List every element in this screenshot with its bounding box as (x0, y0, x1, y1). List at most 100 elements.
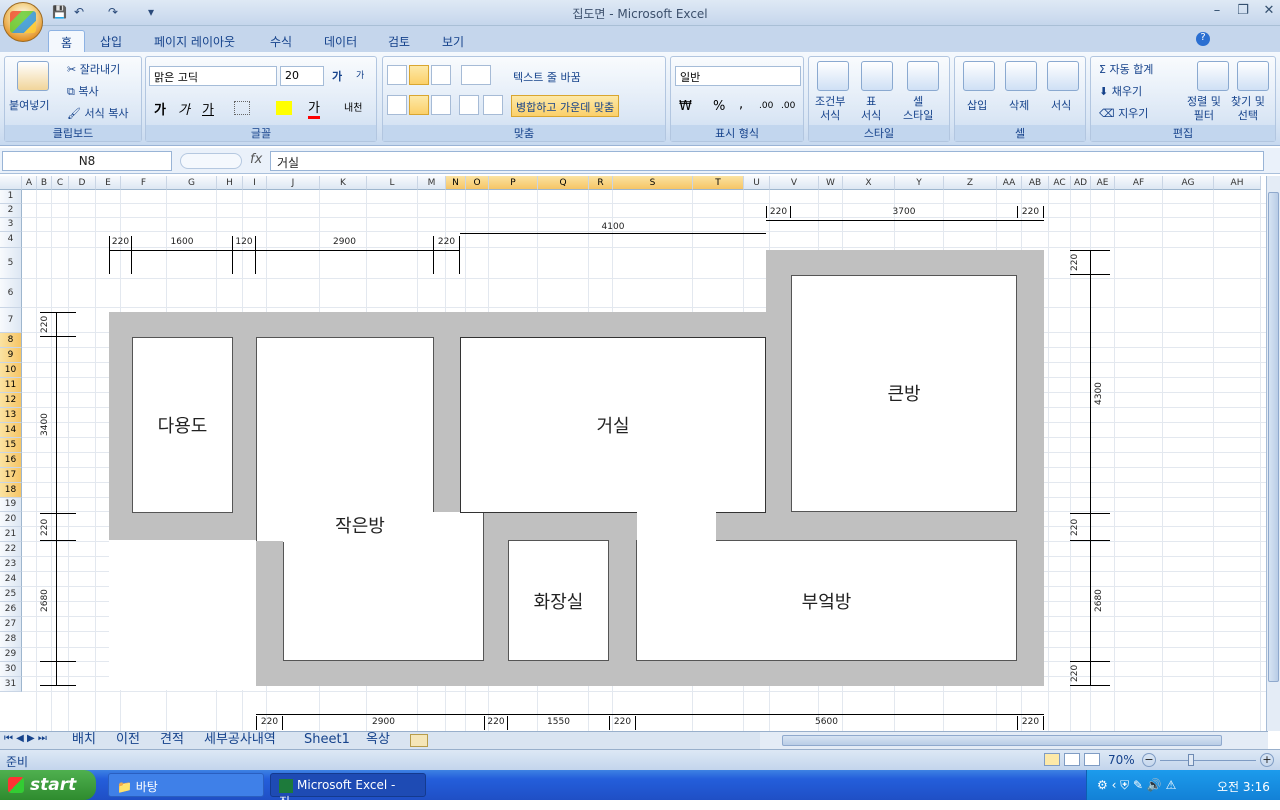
sheet-tab[interactable]: 세부공사내역 (200, 732, 280, 749)
italic-button[interactable]: 가 (178, 99, 190, 118)
row-header[interactable]: 29 (0, 648, 22, 662)
autosum-button[interactable]: Σ 자동 합계 (1099, 61, 1153, 77)
column-header[interactable]: AD (1071, 176, 1091, 190)
row-header[interactable]: 17 (0, 468, 22, 483)
insert-sheet-icon[interactable] (410, 734, 428, 747)
delete-cells-icon[interactable] (1005, 61, 1037, 91)
find-select-icon[interactable] (1237, 61, 1269, 91)
name-box[interactable]: N8 (2, 151, 172, 171)
column-header[interactable]: J (267, 176, 320, 190)
tab-page-layout[interactable]: 페이지 레이아웃 (142, 30, 247, 52)
row-header[interactable]: 9 (0, 348, 22, 363)
sort-filter-icon[interactable] (1197, 61, 1229, 91)
format-cells-button[interactable]: 서식 (1051, 97, 1071, 113)
column-header[interactable]: I (243, 176, 267, 190)
column-header[interactable]: X (843, 176, 895, 190)
zoom-out-icon[interactable]: − (1142, 753, 1156, 767)
row-header[interactable]: 27 (0, 617, 22, 632)
column-header[interactable]: L (367, 176, 418, 190)
restore-button[interactable]: ❐ (1232, 3, 1254, 21)
column-header[interactable]: AH (1214, 176, 1261, 190)
row-header[interactable]: 8 (0, 333, 22, 348)
normal-view-icon[interactable] (1044, 753, 1060, 766)
formula-input[interactable]: 거실 (270, 151, 1264, 171)
taskbar-folder[interactable]: 📁 바탕 (108, 773, 264, 797)
vertical-scroll-thumb[interactable] (1268, 192, 1279, 682)
currency-button[interactable]: ₩ (679, 99, 692, 114)
orientation-icon[interactable] (461, 65, 491, 85)
paste-icon[interactable] (17, 61, 49, 91)
increase-indent-icon[interactable] (483, 95, 503, 115)
column-header[interactable]: H (217, 176, 243, 190)
paste-button[interactable]: 붙여넣기 (9, 97, 49, 113)
align-center-icon[interactable] (409, 95, 429, 115)
vertical-scrollbar[interactable] (1266, 176, 1280, 731)
office-button[interactable] (3, 2, 43, 42)
row-header[interactable]: 19 (0, 498, 22, 512)
room-bathroom[interactable]: 화장실 (508, 540, 609, 661)
delete-cells-button[interactable]: 삭제 (1009, 97, 1029, 113)
sheet-tab[interactable]: 배치 (68, 732, 100, 749)
column-header[interactable]: AE (1091, 176, 1115, 190)
row-header[interactable]: 10 (0, 363, 22, 378)
worksheet-grid[interactable]: A B C D E F G H I J K L M N O P Q R S T U V W X Y Z AA AB AC AD AE AF AG… (0, 176, 1268, 731)
row-header[interactable]: 24 (0, 572, 22, 587)
align-left-icon[interactable] (387, 95, 407, 115)
room-kitchen[interactable]: 부엌방 (636, 540, 1017, 661)
align-right-icon[interactable] (431, 95, 451, 115)
format-painter-button[interactable]: 🖌 서식 복사 (67, 105, 128, 121)
column-header[interactable]: U (744, 176, 770, 190)
column-header[interactable]: C (52, 176, 69, 190)
column-header[interactable]: K (320, 176, 367, 190)
room-utility[interactable]: 다용도 (132, 337, 233, 513)
borders-icon[interactable] (234, 101, 250, 115)
column-header[interactable]: Y (895, 176, 944, 190)
column-header[interactable]: AG (1163, 176, 1214, 190)
tab-view[interactable]: 보기 (430, 30, 476, 52)
formula-divider[interactable] (180, 153, 242, 169)
sheet-tab[interactable]: Sheet1 (300, 732, 354, 749)
tray-icons[interactable]: ⚙ ‹ ⛨ ✎ 🔊 ⚠ (1097, 778, 1176, 793)
align-middle-icon[interactable] (409, 65, 429, 85)
column-header[interactable]: G (167, 176, 217, 190)
room-living[interactable]: 거실 (460, 337, 766, 513)
zoom-level[interactable]: 70% (1108, 753, 1135, 767)
clear-button[interactable]: ⌫ 지우기 (1099, 105, 1148, 121)
decrease-indent-icon[interactable] (459, 95, 479, 115)
room-master[interactable]: 큰방 (791, 275, 1017, 512)
tab-formulas[interactable]: 수식 (258, 30, 304, 52)
column-header[interactable]: Q (538, 176, 589, 190)
row-header[interactable]: 28 (0, 632, 22, 648)
number-format-combo[interactable]: 일반 (675, 66, 801, 86)
column-header[interactable]: AB (1022, 176, 1049, 190)
tab-data[interactable]: 데이터 (312, 30, 369, 52)
shrink-font-button[interactable]: 가 (356, 68, 364, 81)
font-color-button[interactable]: 가 (308, 97, 320, 119)
format-cells-icon[interactable] (1047, 61, 1079, 91)
fill-color-icon[interactable] (276, 101, 292, 115)
format-table-icon[interactable] (861, 61, 893, 91)
row-header[interactable]: 20 (0, 512, 22, 527)
row-header[interactable]: 1 (0, 190, 22, 204)
column-header[interactable]: D (69, 176, 96, 190)
tab-home[interactable]: 홈 (48, 30, 86, 52)
column-header[interactable]: S (613, 176, 693, 190)
find-select-button[interactable]: 찾기 및 선택 (1231, 95, 1265, 123)
decrease-decimal-button[interactable]: .00 (781, 101, 795, 111)
sheet-nav-arrows-icon[interactable]: ⏮ ◀ ▶ ⏭ (4, 733, 47, 744)
sheet-tab[interactable]: 견적 (156, 732, 188, 749)
row-header[interactable]: 5 (0, 248, 22, 279)
column-header[interactable]: N (446, 176, 466, 190)
zoom-slider-thumb[interactable] (1188, 754, 1194, 766)
font-size-combo[interactable]: 20 (280, 66, 324, 86)
conditional-format-icon[interactable] (817, 61, 849, 91)
cell-styles-button[interactable]: 셀 스타일 (903, 95, 933, 123)
copy-button[interactable]: ⧉ 복사 (67, 83, 99, 99)
page-layout-view-icon[interactable] (1064, 753, 1080, 766)
percent-button[interactable]: % (713, 99, 725, 114)
column-header[interactable]: AA (997, 176, 1022, 190)
insert-cells-icon[interactable] (963, 61, 995, 91)
align-top-icon[interactable] (387, 65, 407, 85)
merge-center-button[interactable]: 병합하고 가운데 맞춤 (511, 95, 620, 117)
row-header[interactable]: 23 (0, 557, 22, 572)
